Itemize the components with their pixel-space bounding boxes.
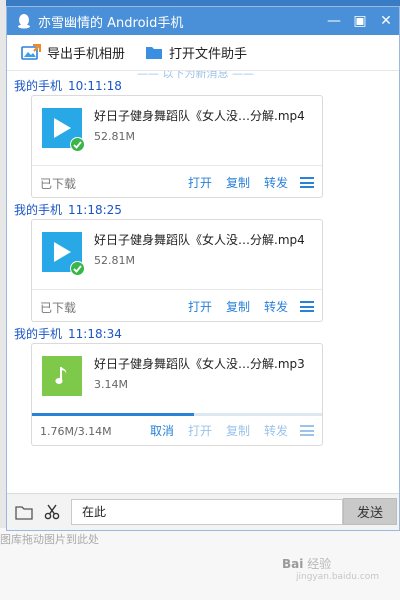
message-input[interactable]: 在此 [71, 499, 343, 525]
toolbar: 导出手机相册 打开文件助手 [7, 35, 399, 71]
message-list[interactable]: —— 以下为新消息 —— 我的手机 10:11:18 好日子健身舞蹈队《女人没…分… [7, 71, 399, 493]
file-helper-label: 打开文件助手 [169, 47, 248, 62]
export-photos-button[interactable]: 导出手机相册 [21, 43, 125, 62]
forward-file-link[interactable]: 转发 [264, 298, 288, 315]
baidu-jingyan-watermark: Bai 经验 jingyan.baidu.com [282, 555, 379, 582]
file-card-body: 好日子健身舞蹈队《女人没…分解.mp3 3.14M [32, 344, 322, 416]
photo-export-icon [21, 43, 41, 60]
audio-file-icon [42, 356, 82, 396]
forward-file-link[interactable]: 转发 [264, 422, 288, 439]
open-file-link[interactable]: 打开 [188, 174, 212, 191]
copy-file-link[interactable]: 复制 [226, 174, 250, 191]
download-status: 已下载 [40, 301, 77, 315]
folder-icon [146, 47, 163, 59]
message-time: 10:11:18 [68, 79, 122, 93]
window-title: 亦雪幽情的 Android手机 [38, 15, 184, 31]
export-photos-label: 导出手机相册 [47, 47, 126, 62]
message-time: 11:18:25 [68, 203, 122, 217]
phone-chat-window: 亦雪幽情的 Android手机 — ▣ ✕ 导出手机相册 打开文件助手 —— 以… [6, 6, 400, 531]
background-drop-hint: 图库拖动图片到此处 [0, 533, 99, 546]
message-item: 我的手机 11:18:34 好日子健身舞蹈队《女人没…分解.mp3 3.14M [7, 325, 399, 446]
file-actions: 打开 复制 转发 [174, 174, 314, 191]
file-size: 52.81M [94, 254, 135, 267]
file-card-body: 好日子健身舞蹈队《女人没…分解.mp4 52.81M [32, 220, 322, 290]
message-header: 我的手机 10:11:18 [7, 77, 399, 95]
message-sender: 我的手机 [14, 79, 63, 93]
scissors-icon[interactable] [41, 501, 63, 523]
file-card-footer: 1.76M/3.14M 取消 打开 复制 转发 [32, 414, 322, 446]
qq-penguin-icon [18, 14, 30, 29]
copy-file-link[interactable]: 复制 [226, 422, 250, 439]
file-card[interactable]: 好日子健身舞蹈队《女人没…分解.mp3 3.14M 1.76M/3.14M 取消… [31, 343, 323, 446]
maximize-button[interactable]: ▣ [347, 7, 373, 35]
more-menu-icon[interactable] [300, 425, 314, 436]
file-actions: 打开 复制 转发 [174, 298, 314, 315]
file-name: 好日子健身舞蹈队《女人没…分解.mp4 [94, 109, 305, 123]
folder-send-icon[interactable] [13, 501, 35, 523]
message-header: 我的手机 11:18:34 [7, 325, 399, 343]
minimize-button[interactable]: — [321, 7, 347, 35]
message-item: 我的手机 10:11:18 好日子健身舞蹈队《女人没…分解.mp4 52.81M … [7, 77, 399, 198]
message-time: 11:18:34 [68, 327, 122, 341]
downloaded-check-icon [70, 137, 85, 152]
title-bar[interactable]: 亦雪幽情的 Android手机 — ▣ ✕ [7, 7, 399, 35]
play-icon [54, 242, 71, 262]
file-card-footer: 已下载 打开 复制 转发 [32, 290, 322, 322]
input-bar: 在此 发送 [7, 493, 399, 530]
close-button[interactable]: ✕ [373, 7, 399, 35]
file-name: 好日子健身舞蹈队《女人没…分解.mp3 [94, 357, 305, 371]
message-sender: 我的手机 [14, 327, 63, 341]
music-note-icon [55, 367, 67, 384]
message-sender: 我的手机 [14, 203, 63, 217]
download-status: 已下载 [40, 177, 77, 191]
file-size: 3.14M [94, 378, 128, 391]
more-menu-icon[interactable] [300, 177, 314, 188]
file-card[interactable]: 好日子健身舞蹈队《女人没…分解.mp4 52.81M 已下载 打开 复制 转发 [31, 95, 323, 198]
cancel-download-link[interactable]: 取消 [150, 422, 174, 439]
message-header: 我的手机 11:18:25 [7, 201, 399, 219]
file-name: 好日子健身舞蹈队《女人没…分解.mp4 [94, 233, 305, 247]
watermark-brand-2: 经验 [307, 557, 332, 571]
file-actions: 取消 打开 复制 转发 [136, 422, 314, 439]
window-controls: — ▣ ✕ [321, 7, 399, 35]
downloaded-check-icon [70, 261, 85, 276]
play-icon [54, 118, 71, 138]
send-button[interactable]: 发送 [343, 498, 397, 525]
file-card[interactable]: 好日子健身舞蹈队《女人没…分解.mp4 52.81M 已下载 打开 复制 转发 [31, 219, 323, 322]
file-helper-button[interactable]: 打开文件助手 [145, 43, 247, 62]
open-file-link[interactable]: 打开 [188, 422, 212, 439]
watermark-brand: Bai [282, 557, 304, 571]
watermark-url: jingyan.baidu.com [296, 572, 380, 582]
copy-file-link[interactable]: 复制 [226, 298, 250, 315]
forward-file-link[interactable]: 转发 [264, 174, 288, 191]
file-size: 52.81M [94, 130, 135, 143]
file-card-body: 好日子健身舞蹈队《女人没…分解.mp4 52.81M [32, 96, 322, 166]
more-menu-icon[interactable] [300, 301, 314, 312]
message-item: 我的手机 11:18:25 好日子健身舞蹈队《女人没…分解.mp4 52.81M … [7, 201, 399, 322]
download-progress-text: 1.76M/3.14M [40, 425, 112, 438]
file-card-footer: 已下载 打开 复制 转发 [32, 166, 322, 198]
open-file-link[interactable]: 打开 [188, 298, 212, 315]
